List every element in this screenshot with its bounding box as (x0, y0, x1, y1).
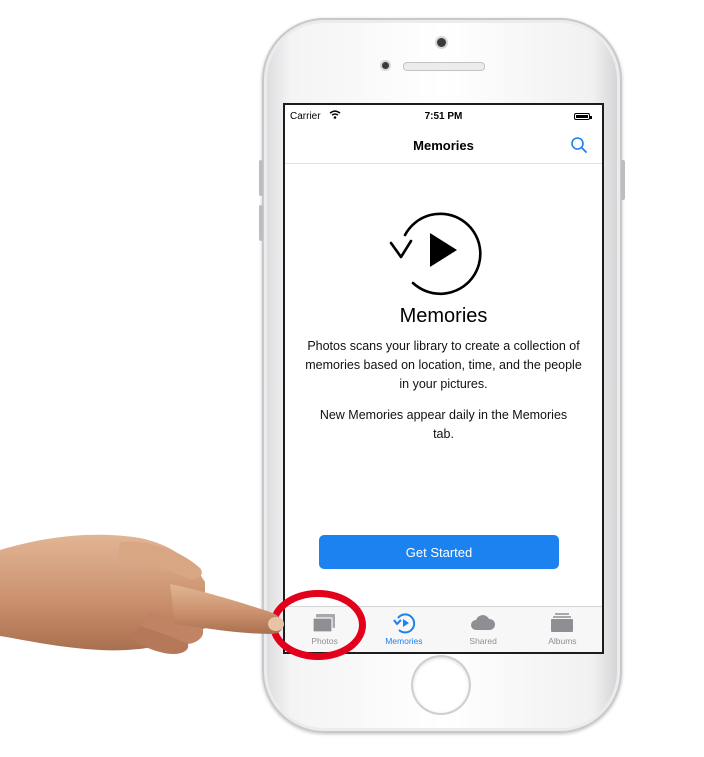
tab-memories-label: Memories (385, 636, 423, 646)
status-time: 7:51 PM (424, 111, 463, 122)
proximity-sensor (382, 62, 389, 69)
memories-description: Photos scans your library to create a co… (305, 339, 582, 391)
volume-button-down (259, 205, 263, 241)
memories-heading: Memories (399, 305, 488, 327)
battery-icon (574, 113, 592, 120)
get-started-button[interactable]: Get Started (319, 535, 559, 569)
front-camera (437, 38, 446, 47)
status-bar: Carrier 7:51 PM (285, 105, 602, 127)
photos-icon (312, 614, 335, 633)
memories-secondary-text: New Memories appear daily in the Memorie… (319, 408, 568, 441)
earpiece-speaker (403, 62, 485, 71)
power-button (621, 160, 625, 200)
tab-albums-label: Albums (548, 636, 577, 646)
search-icon[interactable] (570, 136, 588, 154)
tab-shared[interactable]: Shared (444, 607, 523, 652)
navigation-bar: Memories (285, 127, 602, 164)
memories-icon (393, 613, 416, 634)
home-button[interactable] (413, 657, 469, 713)
albums-icon (551, 613, 574, 632)
tab-shared-label: Shared (469, 636, 497, 646)
volume-button-up (259, 160, 263, 196)
pointing-hand (0, 534, 284, 654)
phone-screen: Carrier 7:51 PM Memories Memories Photos… (283, 103, 604, 654)
tab-albums[interactable]: Albums (523, 607, 602, 652)
cloud-icon (471, 615, 496, 630)
tab-memories[interactable]: Memories (364, 607, 443, 652)
memories-play-icon (389, 212, 482, 296)
page-title: Memories (413, 138, 474, 153)
tab-bar: Photos Memories Shared Albums (285, 606, 602, 652)
